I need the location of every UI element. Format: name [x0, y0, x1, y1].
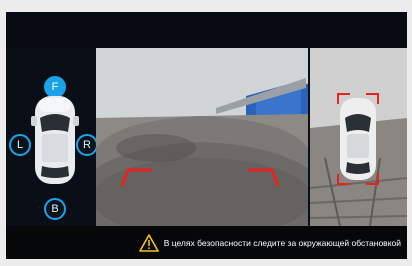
surround-feed [310, 48, 407, 226]
car-top-view-icon [31, 96, 79, 184]
camera-feed [96, 48, 308, 226]
back-view-button[interactable]: B [44, 198, 66, 220]
warning-bar: В целях безопасности следите за окружающ… [6, 226, 407, 259]
top-bar [6, 12, 407, 48]
bird-eye-view [310, 48, 407, 226]
camera-screen: F L R B В целях безопасности следите за … [6, 12, 407, 259]
left-view-button[interactable]: L [9, 134, 31, 156]
rear-camera-view [96, 48, 308, 226]
safety-warning-text: В целях безопасности следите за окружающ… [163, 237, 401, 248]
view-selector-panel: F L R B [6, 48, 98, 226]
warning-triangle-icon [138, 233, 159, 252]
